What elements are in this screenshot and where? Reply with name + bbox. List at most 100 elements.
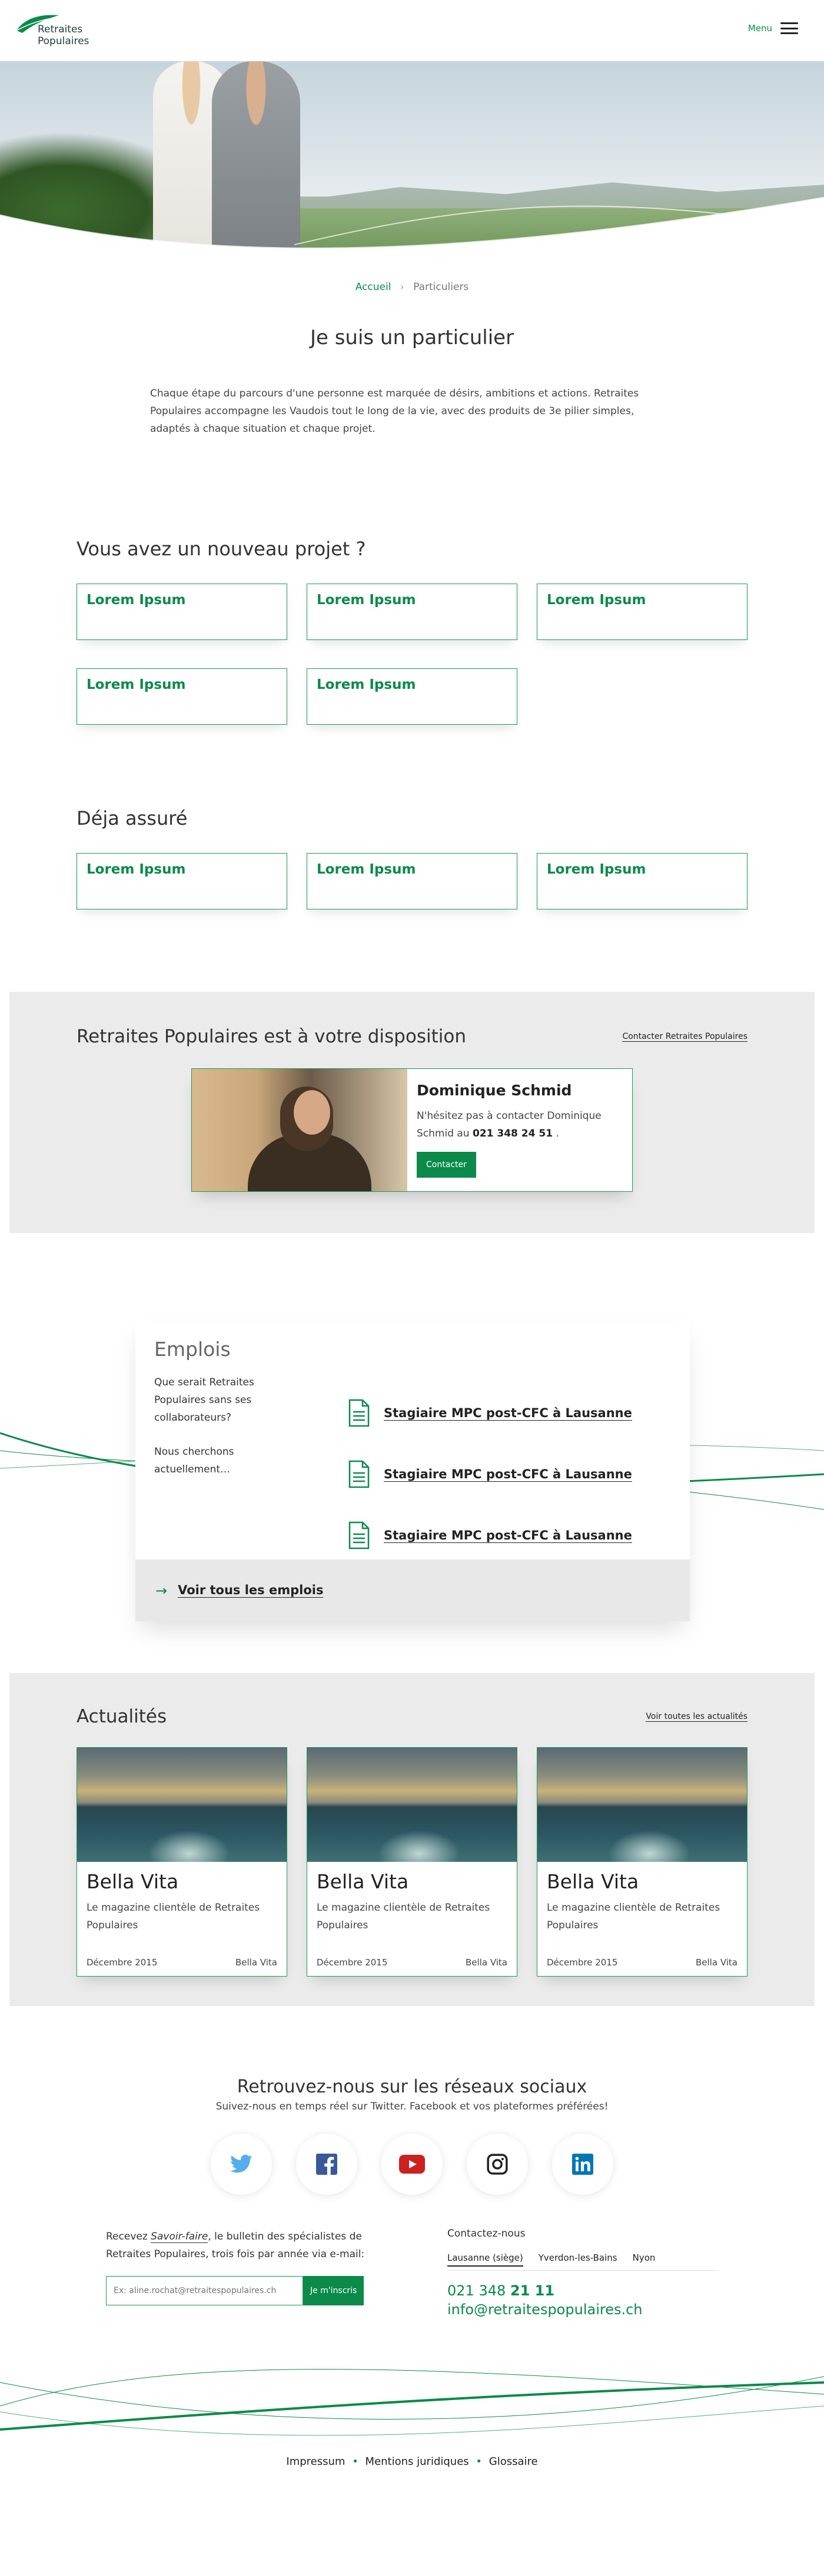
news-image bbox=[77, 1748, 287, 1862]
contact-block-title: Contactez-nous bbox=[447, 2228, 526, 2240]
page-title: Je suis un particulier bbox=[310, 326, 514, 349]
news-card-title: Bella Vita bbox=[547, 1870, 639, 1893]
insured-card[interactable]: Lorem Ipsum bbox=[307, 853, 517, 909]
all-jobs-label: Voir tous les emplois bbox=[178, 1583, 324, 1598]
linkedin-icon[interactable] bbox=[552, 2134, 613, 2195]
decorative-wave-lines bbox=[0, 2369, 824, 2436]
hero-image bbox=[0, 61, 824, 261]
social-subtitle: Suivez-nous en temps réel sur Twitter. F… bbox=[215, 2101, 609, 2112]
menu-label: Menu bbox=[747, 23, 772, 34]
job-title: Stagiaire MPC post-CFC à Lausanne bbox=[384, 1405, 632, 1421]
contact-phone[interactable]: 021 348 24 51 bbox=[473, 1128, 553, 1139]
site-logo[interactable]: Retraites Populaires bbox=[14, 13, 102, 48]
social-section: Retrouvez-nous sur les réseaux sociaux S… bbox=[0, 2077, 824, 2195]
twitter-icon[interactable] bbox=[211, 2134, 272, 2195]
breadcrumb-home-link[interactable]: Accueil bbox=[355, 281, 391, 293]
instagram-icon[interactable] bbox=[467, 2134, 528, 2195]
tab-yverdon[interactable]: Yverdon-les-Bains bbox=[539, 2252, 617, 2267]
news-image bbox=[307, 1748, 517, 1862]
tab-lausanne[interactable]: Lausanne (siège) bbox=[447, 2252, 523, 2267]
youtube-icon[interactable] bbox=[381, 2134, 443, 2195]
newsletter-text-before: Recevez bbox=[106, 2231, 148, 2242]
insured-card-title: Lorem Ipsum bbox=[87, 862, 186, 877]
news-card-title: Bella Vita bbox=[317, 1870, 409, 1893]
news-card-date: Décembre 2015 bbox=[87, 1957, 158, 1968]
newsletter-subscribe-button[interactable]: Je m'inscris bbox=[303, 2276, 364, 2305]
news-grid: Bella Vita Le magazine clientèle de Retr… bbox=[77, 1747, 747, 1977]
already-insured-cards: Lorem Ipsum Lorem Ipsum Lorem Ipsum bbox=[77, 853, 747, 909]
project-card-title: Lorem Ipsum bbox=[547, 592, 646, 608]
project-card[interactable]: Lorem Ipsum bbox=[537, 584, 747, 640]
contact-text: N'hésitez pas à contacter Dominique Schm… bbox=[417, 1107, 623, 1142]
all-news-link[interactable]: Voir toutes les actualités bbox=[646, 1712, 747, 1722]
logo-text: Retraites Populaires bbox=[38, 24, 89, 47]
social-title: Retrouvez-nous sur les réseaux sociaux bbox=[237, 2077, 587, 2097]
project-card[interactable]: Lorem Ipsum bbox=[77, 668, 287, 725]
all-jobs-link[interactable]: → Voir tous les emplois bbox=[135, 1559, 690, 1621]
footer-wave-lines bbox=[0, 2341, 824, 2453]
jobs-description: Que serait Retraites Populaires sans ses… bbox=[154, 1377, 254, 1424]
arrow-right-icon: → bbox=[155, 1582, 168, 1599]
phone-prefix: 021 348 bbox=[447, 2282, 506, 2299]
insured-card[interactable]: Lorem Ipsum bbox=[77, 853, 287, 909]
footer-link-glossary[interactable]: Glossaire bbox=[489, 2455, 538, 2468]
document-icon bbox=[348, 1521, 370, 1549]
job-list: Stagiaire MPC post-CFC à Lausanne Stagia… bbox=[348, 1338, 632, 1549]
job-item[interactable]: Stagiaire MPC post-CFC à Lausanne bbox=[348, 1382, 632, 1444]
hero-wave-divider bbox=[0, 196, 824, 261]
phone-suffix: 21 11 bbox=[510, 2282, 555, 2299]
contact-section: Retraites Populaires est à votre disposi… bbox=[9, 992, 815, 1233]
footer-link-legal[interactable]: Mentions juridiques bbox=[366, 2455, 469, 2468]
tab-nyon[interactable]: Nyon bbox=[633, 2252, 656, 2267]
footer-links: Impressum • Mentions juridiques • Glossa… bbox=[0, 2455, 824, 2515]
project-card-title: Lorem Ipsum bbox=[87, 592, 186, 608]
document-icon bbox=[348, 1399, 370, 1427]
jobs-description-2: Nous cherchons actuellement… bbox=[154, 1446, 234, 1475]
contact-section-title: Retraites Populaires est à votre disposi… bbox=[77, 1026, 466, 1047]
project-card[interactable]: Lorem Ipsum bbox=[307, 668, 517, 725]
news-card[interactable]: Bella Vita Le magazine clientèle de Retr… bbox=[77, 1747, 287, 1977]
news-card-description: Le magazine clientèle de Retraites Popul… bbox=[547, 1902, 720, 1931]
new-project-title: Vous avez un nouveau projet ? bbox=[77, 538, 366, 560]
breadcrumb: Accueil › Particuliers bbox=[0, 281, 824, 293]
newsletter-form: Je m'inscris bbox=[106, 2276, 377, 2305]
newsletter-block: Recevez Savoir-faire, le bulletin des sp… bbox=[106, 2228, 377, 2318]
hamburger-icon bbox=[780, 22, 798, 34]
facebook-icon[interactable] bbox=[296, 2134, 357, 2195]
contact-button[interactable]: Contacter bbox=[417, 1152, 476, 1178]
intro-text: Chaque étape du parcours d'une personne … bbox=[150, 388, 639, 435]
project-card[interactable]: Lorem Ipsum bbox=[307, 584, 517, 640]
insured-card-title: Lorem Ipsum bbox=[317, 862, 416, 877]
news-card[interactable]: Bella Vita Le magazine clientèle de Retr… bbox=[537, 1747, 747, 1977]
new-project-cards: Lorem Ipsum Lorem Ipsum Lorem Ipsum Lore… bbox=[77, 584, 747, 725]
news-card[interactable]: Bella Vita Le magazine clientèle de Retr… bbox=[307, 1747, 517, 1977]
job-item[interactable]: Stagiaire MPC post-CFC à Lausanne bbox=[348, 1505, 632, 1566]
news-card-tag: Bella Vita bbox=[235, 1957, 277, 1968]
site-header: Retraites Populaires Menu bbox=[0, 0, 824, 61]
jobs-title: Emplois bbox=[154, 1338, 231, 1361]
document-icon bbox=[348, 1460, 370, 1488]
menu-button[interactable]: Menu bbox=[748, 22, 798, 34]
contact-section-link[interactable]: Contacter Retraites Populaires bbox=[622, 1032, 747, 1042]
insured-card[interactable]: Lorem Ipsum bbox=[537, 853, 747, 909]
news-title: Actualités bbox=[77, 1706, 167, 1727]
project-card-title: Lorem Ipsum bbox=[317, 677, 416, 692]
social-icons bbox=[0, 2134, 824, 2195]
newsletter-email-input[interactable] bbox=[106, 2276, 303, 2305]
newsletter-text: Recevez Savoir-faire, le bulletin des sp… bbox=[106, 2228, 377, 2263]
contact-block: Contactez-nous Lausanne (siège) Yverdon-… bbox=[447, 2228, 718, 2318]
contact-phone-number[interactable]: 021 348 21 11 bbox=[447, 2282, 718, 2299]
project-card[interactable]: Lorem Ipsum bbox=[77, 584, 287, 640]
contact-card: Dominique Schmid N'hésitez pas à contact… bbox=[191, 1068, 633, 1192]
footer-link-impressum[interactable]: Impressum bbox=[286, 2455, 345, 2468]
newsletter-magazine-link[interactable]: Savoir-faire bbox=[151, 2231, 208, 2243]
job-item[interactable]: Stagiaire MPC post-CFC à Lausanne bbox=[348, 1444, 632, 1505]
contact-text-end: . bbox=[556, 1128, 559, 1139]
breadcrumb-current: Particuliers bbox=[413, 281, 469, 293]
contact-email-link[interactable]: info@retraitespopulaires.ch bbox=[447, 2301, 718, 2318]
jobs-card: Emplois Que serait Retraites Populaires … bbox=[135, 1321, 690, 1621]
news-card-description: Le magazine clientèle de Retraites Popul… bbox=[87, 1902, 260, 1931]
contact-photo bbox=[192, 1069, 407, 1191]
job-title: Stagiaire MPC post-CFC à Lausanne bbox=[384, 1528, 632, 1543]
contact-name: Dominique Schmid bbox=[417, 1082, 572, 1099]
